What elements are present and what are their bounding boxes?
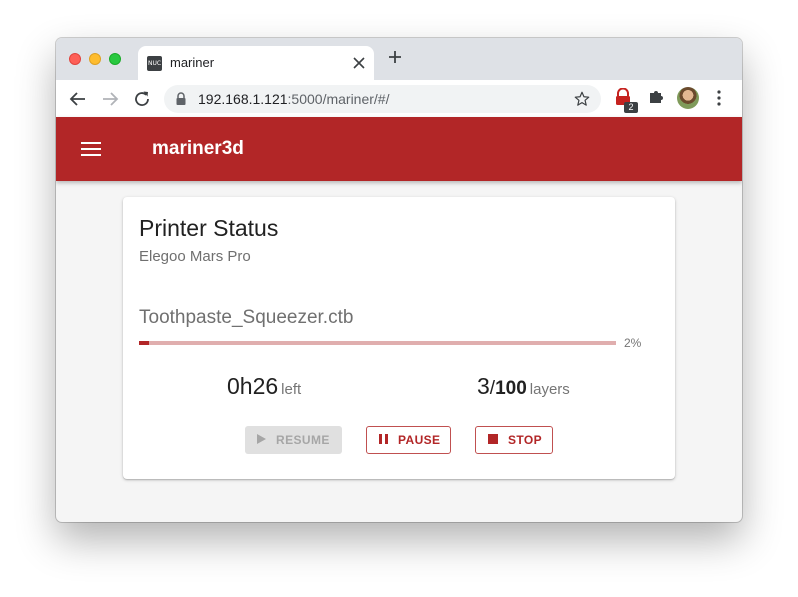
browser-menu-icon[interactable] [716,89,722,112]
print-progress-fill [139,341,149,345]
forward-button[interactable] [99,88,121,110]
address-bar[interactable]: 192.168.1.121:5000/mariner/#/ [164,85,601,113]
back-button[interactable] [67,88,89,110]
time-left-stat: 0h26 left [227,373,301,400]
layers-label: layers [529,381,570,398]
play-icon [257,433,266,447]
menu-hamburger-icon[interactable] [81,141,101,162]
print-filename: Toothpaste_Squeezer.ctb [139,307,354,328]
window-maximize-button[interactable] [109,53,121,65]
url-text: 192.168.1.121:5000/mariner/#/ [198,91,390,107]
print-progress-bar [139,341,616,345]
window-close-button[interactable] [69,53,81,65]
window-minimize-button[interactable] [89,53,101,65]
tab-mariner[interactable]: NUC mariner [138,46,374,80]
stop-label: STOP [508,433,543,447]
profile-avatar[interactable] [677,87,699,109]
pause-icon [379,433,388,447]
browser-window: NUC mariner 192.168.1.121:5000/mariner/#… [56,38,742,522]
app-title: mariner3d [152,138,244,159]
pause-button[interactable]: PAUSE [366,426,451,454]
extensions-puzzle-icon[interactable] [647,88,665,111]
tab-close-icon[interactable] [353,53,365,74]
tab-strip: NUC mariner [56,38,742,80]
card-title: Printer Status [139,215,279,241]
printer-status-card: Printer Status Elegoo Mars Pro Toothpast… [123,197,675,479]
resume-label: RESUME [276,433,330,447]
bookmark-star-icon[interactable] [573,90,591,113]
total-layers: 100 [495,378,527,399]
favicon-icon: NUC [147,56,162,71]
resume-button[interactable]: RESUME [245,426,342,454]
pause-label: PAUSE [398,433,441,447]
time-left-label: left [281,381,302,398]
stop-icon [488,433,498,447]
lock-icon [176,92,186,110]
printer-name: Elegoo Mars Pro [139,248,251,265]
progress-percent: 2% [624,336,642,350]
browser-toolbar: 192.168.1.121:5000/mariner/#/ 2 [56,80,742,118]
tab-title: mariner [170,55,215,70]
current-layer: 3 [477,373,490,399]
new-tab-button[interactable] [387,47,403,69]
extension-badge: 2 [624,102,638,113]
time-left-value: 0h26 [227,373,279,399]
layers-stat: 3/100 layers [477,373,570,400]
reload-button[interactable] [131,88,153,110]
app-bar: mariner3d [56,117,742,181]
stop-button[interactable]: STOP [475,426,553,454]
